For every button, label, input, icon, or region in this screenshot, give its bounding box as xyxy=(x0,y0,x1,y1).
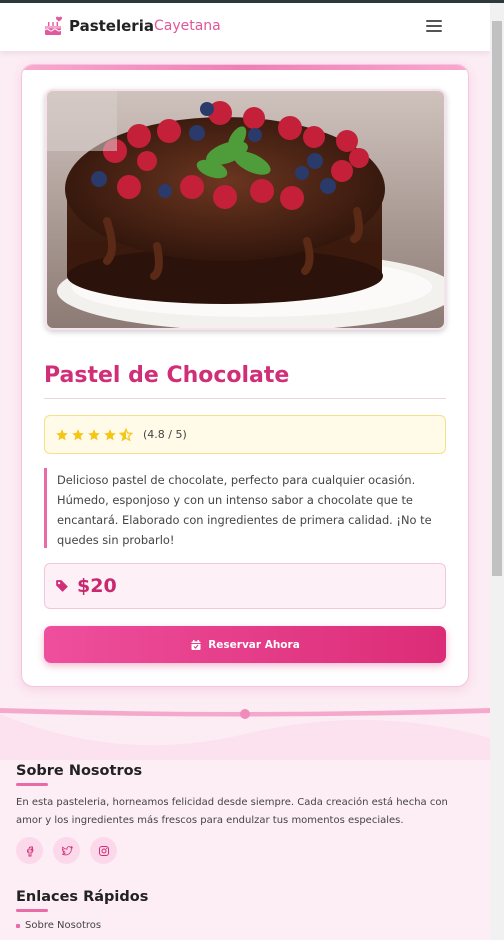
product-card: Pastel de Chocolate (4.8 / 5) Delicioso … xyxy=(21,64,469,687)
price-tag-icon xyxy=(56,580,68,592)
calendar-check-icon xyxy=(191,639,201,650)
social-links xyxy=(16,837,117,864)
brand-name-light: Cayetana xyxy=(153,18,221,34)
star-icon xyxy=(104,428,116,440)
rating-box: (4.8 / 5) xyxy=(44,415,446,454)
half-star-icon xyxy=(119,427,133,441)
quick-links-heading: Enlaces Rápidos xyxy=(16,889,149,905)
facebook-icon[interactable] xyxy=(16,837,43,864)
about-heading-underline xyxy=(16,783,48,786)
rating-text: (4.8 / 5) xyxy=(143,428,187,441)
star-icon xyxy=(88,428,100,440)
footer-link-sobre-nosotros[interactable]: Sobre Nosotros xyxy=(16,920,101,931)
reserve-button[interactable]: Reservar Ahora xyxy=(44,626,446,663)
scrollbar-thumb[interactable] xyxy=(492,21,502,576)
footer-link-label: Sobre Nosotros xyxy=(25,920,102,931)
product-description: Delicioso pastel de chocolate, perfecto … xyxy=(44,468,446,548)
star-icon xyxy=(72,428,84,440)
instagram-icon[interactable] xyxy=(90,837,117,864)
about-heading: Sobre Nosotros xyxy=(16,763,143,779)
reserve-button-label: Reservar Ahora xyxy=(208,638,300,651)
top-navbar: Pasteleria Cayetana xyxy=(0,3,490,51)
product-price: $20 xyxy=(77,575,117,597)
cake-icon xyxy=(44,16,63,35)
price-box: $20 xyxy=(44,563,446,609)
about-text: En esta pasteleria, horneamos felicidad … xyxy=(16,797,448,826)
footer-wave-divider xyxy=(0,704,490,760)
product-image xyxy=(45,89,446,330)
hamburger-icon[interactable] xyxy=(426,20,442,34)
rating-stars xyxy=(55,427,133,442)
title-divider xyxy=(44,398,446,399)
page-scrollbar[interactable] xyxy=(490,3,504,940)
quick-links-underline xyxy=(16,909,48,912)
brand-name-bold: Pasteleria xyxy=(69,17,154,35)
site-footer: Sobre Nosotros En esta pasteleria, horne… xyxy=(0,760,490,940)
product-title: Pastel de Chocolate xyxy=(44,363,290,388)
card-top-accent xyxy=(22,65,468,70)
star-icon xyxy=(56,428,68,440)
twitter-icon[interactable] xyxy=(53,837,80,864)
chocolate-cake-illustration xyxy=(47,91,444,328)
bullet-icon xyxy=(16,923,20,928)
brand-logo[interactable]: Pasteleria Cayetana xyxy=(43,15,221,37)
